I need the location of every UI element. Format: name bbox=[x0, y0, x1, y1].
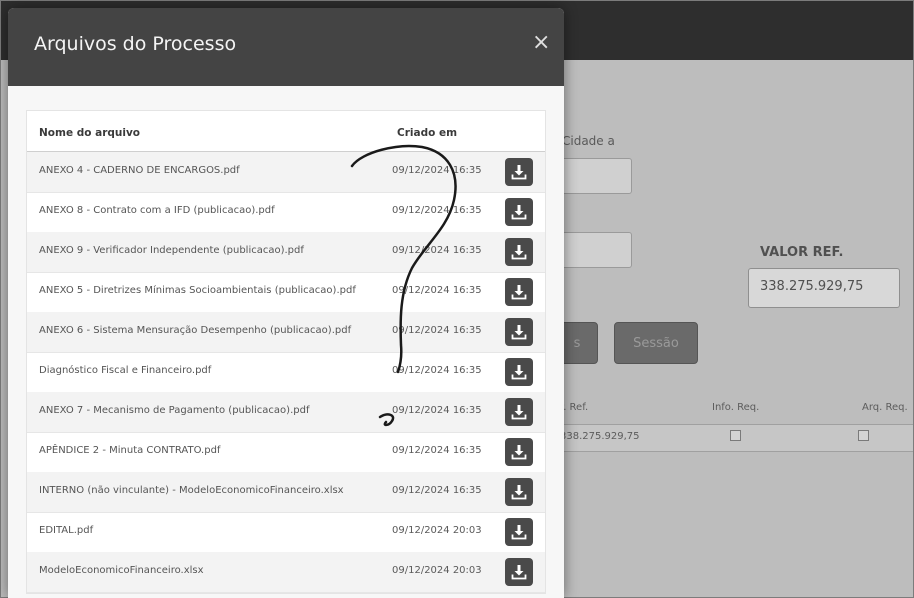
download-icon bbox=[511, 205, 527, 220]
download-icon bbox=[511, 405, 527, 420]
file-created-date: 09/12/2024 16:35 bbox=[392, 405, 482, 416]
download-icon bbox=[511, 365, 527, 380]
file-created-date: 09/12/2024 16:35 bbox=[392, 205, 482, 216]
file-created-date: 09/12/2024 16:35 bbox=[392, 485, 482, 496]
table-row: INTERNO (não vinculante) - ModeloEconomi… bbox=[27, 472, 545, 513]
table-row: ANEXO 5 - Diretrizes Mínimas Socioambien… bbox=[27, 272, 545, 313]
download-button[interactable] bbox=[505, 478, 533, 506]
file-name: ANEXO 8 - Contrato com a IFD (publicacao… bbox=[39, 205, 275, 216]
file-name: ANEXO 4 - CADERNO DE ENCARGOS.pdf bbox=[39, 165, 240, 176]
file-created-date: 09/12/2024 20:03 bbox=[392, 565, 482, 576]
file-created-date: 09/12/2024 16:35 bbox=[392, 325, 482, 336]
table-row: ANEXO 6 - Sistema Mensuração Desempenho … bbox=[27, 312, 545, 353]
download-icon bbox=[511, 325, 527, 340]
file-created-date: 09/12/2024 16:35 bbox=[392, 365, 482, 376]
file-name: INTERNO (não vinculante) - ModeloEconomi… bbox=[39, 485, 344, 496]
download-button[interactable] bbox=[505, 318, 533, 346]
file-name: ANEXO 5 - Diretrizes Mínimas Socioambien… bbox=[39, 285, 356, 296]
download-button[interactable] bbox=[505, 398, 533, 426]
download-button[interactable] bbox=[505, 238, 533, 266]
download-icon bbox=[511, 445, 527, 460]
download-icon bbox=[511, 525, 527, 540]
column-header-created: Criado em bbox=[397, 127, 458, 139]
files-table: Nome do arquivo Criado em ANEXO 4 - CADE… bbox=[26, 110, 546, 594]
table-row: ANEXO 7 - Mecanismo de Pagamento (public… bbox=[27, 392, 545, 433]
close-icon[interactable]: × bbox=[532, 32, 550, 54]
table-row: ModeloEconomicoFinanceiro.xlsx 09/12/2024… bbox=[27, 552, 545, 593]
download-button[interactable] bbox=[505, 158, 533, 186]
file-created-date: 09/12/2024 16:35 bbox=[392, 285, 482, 296]
modal-title: Arquivos do Processo bbox=[34, 33, 237, 55]
file-created-date: 09/12/2024 16:35 bbox=[392, 165, 482, 176]
download-button[interactable] bbox=[505, 518, 533, 546]
download-button[interactable] bbox=[505, 438, 533, 466]
file-created-date: 09/12/2024 20:03 bbox=[392, 525, 482, 536]
table-row: Diagnóstico Fiscal e Financeiro.pdf 09/12… bbox=[27, 352, 545, 393]
table-row: ANEXO 4 - CADERNO DE ENCARGOS.pdf 09/12/2… bbox=[27, 152, 545, 193]
download-button[interactable] bbox=[505, 558, 533, 586]
table-row: APÊNDICE 2 - Minuta CONTRATO.pdf 09/12/20… bbox=[27, 432, 545, 473]
table-row: EDITAL.pdf 09/12/2024 20:03 bbox=[27, 512, 545, 553]
file-created-date: 09/12/2024 16:35 bbox=[392, 245, 482, 256]
file-name: APÊNDICE 2 - Minuta CONTRATO.pdf bbox=[39, 445, 221, 456]
modal-header: Arquivos do Processo × bbox=[8, 8, 564, 86]
download-button[interactable] bbox=[505, 198, 533, 226]
download-icon bbox=[511, 485, 527, 500]
column-header-name: Nome do arquivo bbox=[39, 127, 141, 139]
file-created-date: 09/12/2024 16:35 bbox=[392, 445, 482, 456]
file-name: ANEXO 6 - Sistema Mensuração Desempenho … bbox=[39, 325, 352, 336]
file-name: ANEXO 7 - Mecanismo de Pagamento (public… bbox=[39, 405, 310, 416]
table-row: ANEXO 9 - Verificador Independente (publ… bbox=[27, 232, 545, 273]
modal-body: Nome do arquivo Criado em ANEXO 4 - CADE… bbox=[8, 86, 564, 598]
download-button[interactable] bbox=[505, 358, 533, 386]
table-row: ANEXO 8 - Contrato com a IFD (publicacao… bbox=[27, 192, 545, 233]
download-icon bbox=[511, 285, 527, 300]
download-icon bbox=[511, 165, 527, 180]
download-icon bbox=[511, 565, 527, 580]
files-modal: Arquivos do Processo × Nome do arquivo C… bbox=[8, 8, 564, 598]
file-name: Diagnóstico Fiscal e Financeiro.pdf bbox=[39, 365, 212, 376]
file-name: EDITAL.pdf bbox=[39, 525, 94, 536]
download-icon bbox=[511, 245, 527, 260]
file-name: ModeloEconomicoFinanceiro.xlsx bbox=[39, 565, 204, 576]
file-name: ANEXO 9 - Verificador Independente (publ… bbox=[39, 245, 304, 256]
download-button[interactable] bbox=[505, 278, 533, 306]
